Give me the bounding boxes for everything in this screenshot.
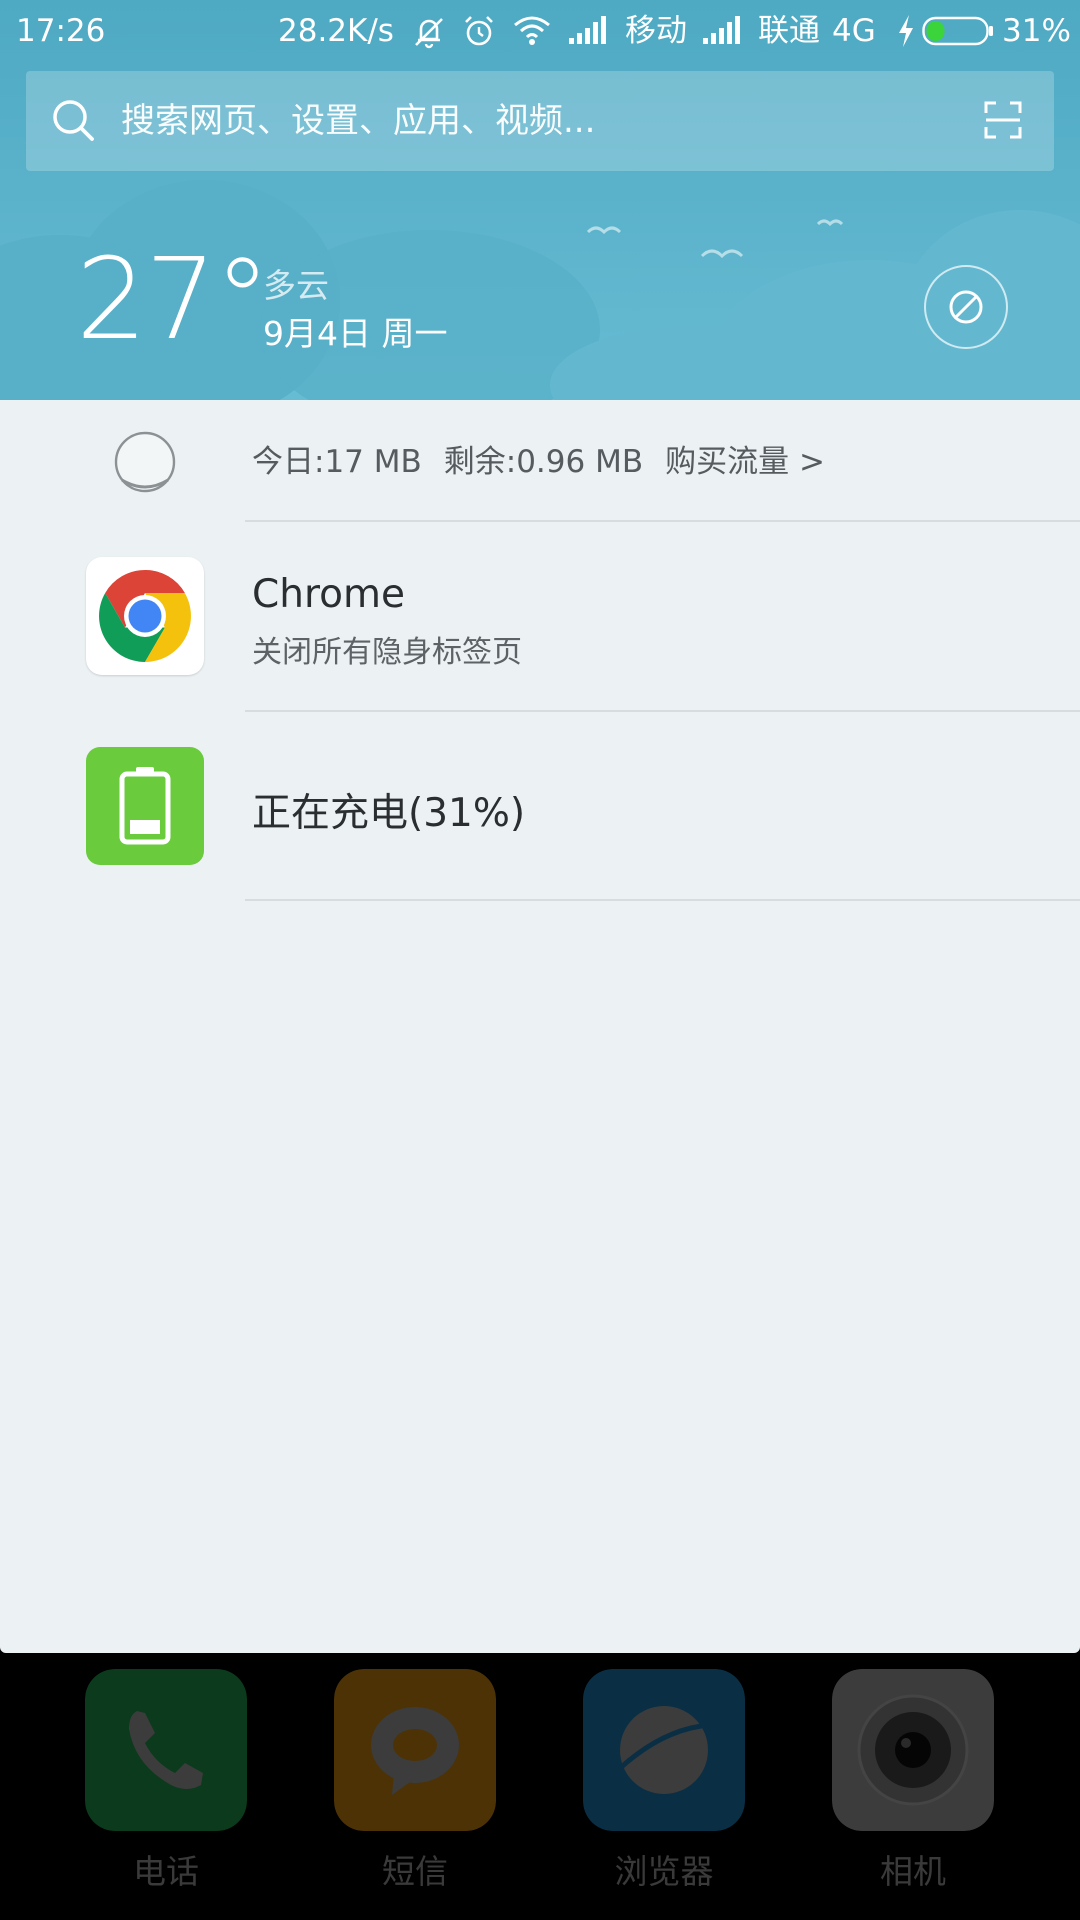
weather-date: 9月4日 周一 <box>263 314 448 353</box>
camera-icon <box>832 1669 994 1831</box>
data-remaining: 剩余:0.96 MB <box>443 444 644 480</box>
status-net-speed: 28.2K/s <box>278 13 394 49</box>
search-input[interactable]: 搜索网页、设置、应用、视频... <box>121 71 595 171</box>
dock-item-browser[interactable]: 浏览器 <box>583 1669 745 1891</box>
notification-title: 正在充电(31%) <box>252 791 526 836</box>
status-time: 17:26 <box>16 13 106 49</box>
signal-icon <box>569 16 606 44</box>
dock-item-messages[interactable]: 短信 <box>334 1669 496 1891</box>
data-today: 今日:17 MB <box>252 444 422 480</box>
data-usage-ring-icon <box>114 431 176 493</box>
alarm-icon <box>465 16 493 46</box>
buy-data-link[interactable]: 购买流量 > <box>665 444 825 480</box>
notification-shade: 17:26 28.2K/s 移动 联通 4G 31% 搜索网页、设置、应用、视频… <box>0 0 1080 1920</box>
message-icon <box>334 1669 496 1831</box>
dock-label: 电话 <box>133 1852 199 1891</box>
phone-icon <box>85 1669 247 1831</box>
dock: 电话 短信 浏览器 相机 <box>0 1653 1080 1920</box>
scan-icon[interactable] <box>984 101 1022 139</box>
search-bar[interactable]: 搜索网页、设置、应用、视频... <box>26 71 1054 171</box>
dock-item-phone[interactable]: 电话 <box>85 1669 247 1891</box>
dock-label: 相机 <box>880 1852 946 1891</box>
battery-icon <box>922 16 993 46</box>
search-icon <box>53 100 94 141</box>
data-usage-row[interactable]: 今日:17 MB 剩余:0.96 MB 购买流量 > <box>0 400 1080 522</box>
weather-condition: 多云 <box>263 266 329 305</box>
status-network-type: 4G <box>832 13 876 49</box>
dock-item-camera[interactable]: 相机 <box>832 1669 994 1891</box>
charging-bolt-icon <box>899 15 913 47</box>
data-usage-text: 今日:17 MB 剩余:0.96 MB 购买流量 > <box>252 400 847 524</box>
battery-charging-icon <box>86 747 204 865</box>
dock-label: 浏览器 <box>614 1852 714 1891</box>
clear-all-icon <box>949 290 983 324</box>
notification-charging[interactable]: 正在充电(31%) <box>0 712 1080 901</box>
clear-notifications-button[interactable] <box>924 265 1008 349</box>
notification-title: Chrome <box>252 572 405 617</box>
notification-panel: 今日:17 MB 剩余:0.96 MB 购买流量 > Chrome 关闭所有隐身标签… <box>0 400 1080 1653</box>
notification-subtitle: 关闭所有隐身标签页 <box>252 635 522 670</box>
status-carrier-2: 联通 <box>758 13 820 49</box>
mute-bell-icon <box>415 18 443 49</box>
chrome-icon <box>86 557 204 675</box>
weather-header: 17:26 28.2K/s 移动 联通 4G 31% 搜索网页、设置、应用、视频… <box>0 0 1080 400</box>
dock-label: 短信 <box>382 1852 448 1891</box>
wifi-icon <box>514 16 550 45</box>
browser-icon <box>583 1669 745 1831</box>
status-battery-percent: 31% <box>1002 13 1071 49</box>
signal-icon <box>703 16 740 44</box>
notification-chrome[interactable]: Chrome 关闭所有隐身标签页 <box>0 522 1080 712</box>
divider <box>245 899 1080 901</box>
status-bar: 17:26 28.2K/s 移动 联通 4G 31% <box>0 0 1080 62</box>
status-carrier-1: 移动 <box>625 13 687 49</box>
weather-temperature[interactable]: 27° <box>76 240 271 360</box>
